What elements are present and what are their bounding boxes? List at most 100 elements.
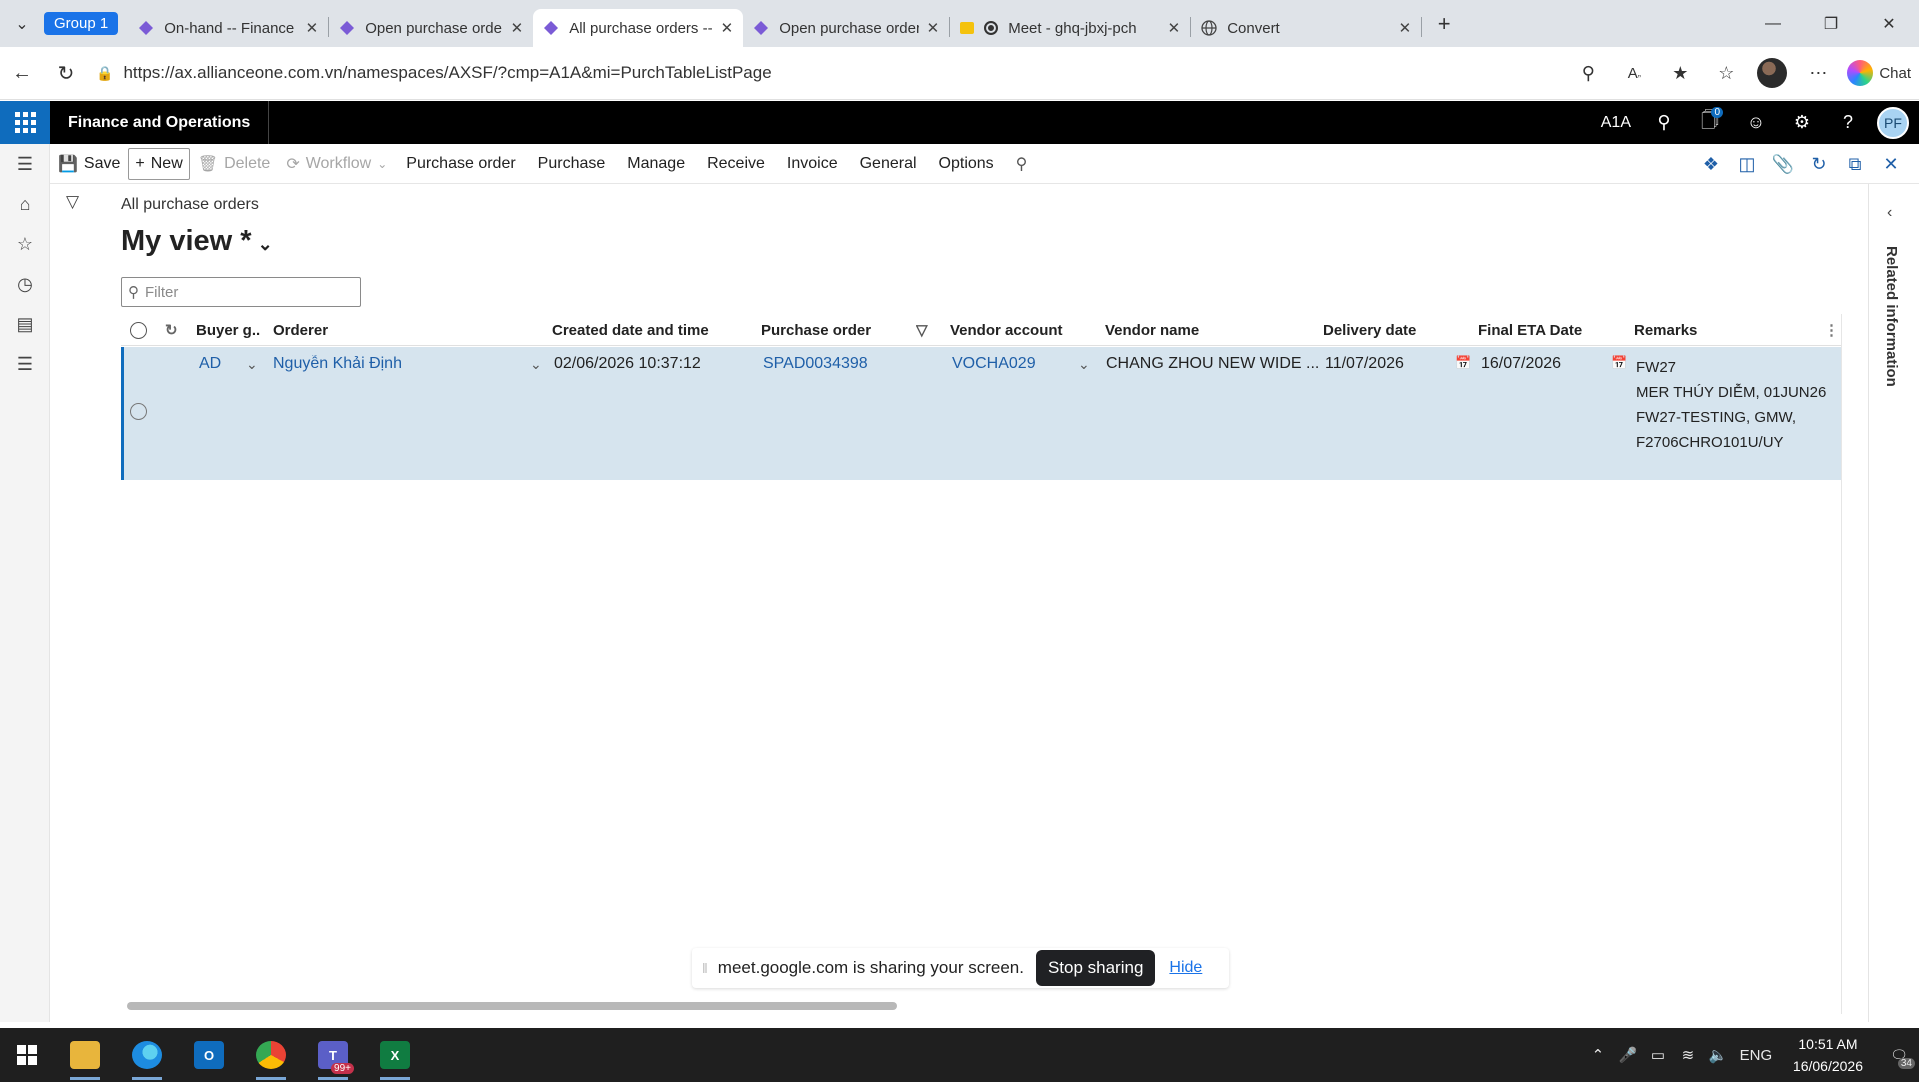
row-select-radio[interactable] — [130, 403, 147, 420]
drag-handle-icon[interactable]: ‖ — [702, 960, 708, 976]
restore-icon[interactable]: ❐ — [1803, 0, 1859, 47]
cell-purchase-order-link[interactable]: SPAD0034398 — [763, 355, 868, 373]
column-header-vendor-name[interactable]: Vendor name — [1105, 314, 1265, 346]
workflow-button[interactable]: ⟳ Workflow ⌄ — [278, 148, 395, 180]
hamburger-menu-icon[interactable]: ☰ — [0, 144, 50, 184]
filter-input[interactable]: ⚲ Filter — [121, 277, 361, 307]
refresh-icon[interactable]: ↻ — [44, 53, 88, 93]
show-hidden-icons-chevron-icon[interactable]: ⌃ — [1583, 1046, 1613, 1064]
feedback-smiley-icon[interactable]: ☺ — [1733, 101, 1779, 144]
notifications-icon[interactable]: 🗍 0 — [1687, 101, 1733, 144]
delete-button[interactable]: 🗑 Delete — [190, 148, 279, 180]
company-picker[interactable]: A1A — [1591, 114, 1641, 132]
notification-center-icon[interactable]: 🗨 34 — [1879, 1035, 1919, 1075]
tab-manage[interactable]: Manage — [616, 148, 696, 180]
column-header-created[interactable]: Created date and time — [552, 314, 732, 346]
tab-group-chip[interactable]: Group 1 — [44, 12, 119, 35]
filter-funnel-icon[interactable]: ▽ — [66, 192, 79, 212]
cell-buyer-group[interactable]: AD — [199, 355, 221, 373]
tab-general[interactable]: General — [849, 148, 928, 180]
input-language[interactable]: ENG — [1733, 1047, 1779, 1064]
window-close-icon[interactable]: ✕ — [1861, 0, 1917, 47]
browser-tab[interactable]: On-hand -- Finance and Op ✕ — [128, 9, 328, 47]
tab-purchase-order[interactable]: Purchase order — [395, 148, 526, 180]
user-avatar[interactable]: PF — [1877, 106, 1909, 139]
close-page-icon[interactable]: ✕ — [1873, 144, 1909, 184]
site-info-icon[interactable]: 🔒 — [96, 65, 113, 82]
taskbar-clock[interactable]: 10:51 AM 16/06/2026 — [1793, 1033, 1863, 1077]
calendar-icon[interactable]: 📅 — [1611, 355, 1627, 371]
windows-start-icon[interactable] — [0, 1028, 54, 1082]
power-apps-icon[interactable]: ❖ — [1693, 144, 1729, 184]
volume-icon[interactable]: 🔈 — [1703, 1046, 1733, 1064]
url-field[interactable]: 🔒 https://ax.allianceone.com.vn/namespac… — [88, 54, 1565, 92]
action-search-icon[interactable]: ⚲ — [1005, 148, 1039, 180]
cell-orderer[interactable]: Nguyễn Khải Định — [273, 355, 473, 373]
stop-sharing-button[interactable]: Stop sharing — [1035, 950, 1156, 986]
minimize-icon[interactable]: — — [1745, 0, 1801, 47]
settings-gear-icon[interactable]: ⚙ — [1779, 101, 1825, 144]
battery-icon[interactable]: ▭ — [1643, 1046, 1673, 1064]
column-options-icon[interactable]: ⋮ — [1824, 314, 1839, 346]
calendar-icon[interactable]: 📅 — [1455, 355, 1471, 371]
read-aloud-icon[interactable]: A „ — [1611, 53, 1657, 93]
attachments-icon[interactable]: 📎 — [1765, 144, 1801, 184]
cell-vendor-account-link[interactable]: VOCHA029 — [952, 355, 1036, 373]
browser-tab[interactable]: Convert ✕ — [1191, 9, 1421, 47]
select-all-checkbox[interactable] — [130, 314, 147, 346]
wifi-icon[interactable]: ≋ — [1673, 1046, 1703, 1064]
app-launcher-icon[interactable] — [0, 101, 50, 144]
modules-list-icon[interactable]: ☰ — [0, 344, 50, 384]
workspaces-icon[interactable]: ▤ — [0, 304, 50, 344]
chevron-down-icon[interactable]: ⌄ — [530, 356, 542, 373]
horizontal-scrollbar[interactable] — [127, 1002, 897, 1010]
recent-clock-icon[interactable]: ◷ — [0, 264, 50, 304]
column-header-remarks[interactable]: Remarks — [1634, 314, 1754, 346]
favorites-star-icon[interactable]: ☆ — [0, 224, 50, 264]
tab-options[interactable]: Options — [928, 148, 1005, 180]
profile-avatar[interactable] — [1749, 53, 1795, 93]
help-icon[interactable]: ? — [1825, 101, 1871, 144]
browser-tab[interactable]: Meet - ghq-jbxj-pch ✕ — [950, 9, 1190, 47]
favorites-icon[interactable]: ☆ — [1703, 53, 1749, 93]
microphone-icon[interactable]: 🎤 — [1613, 1046, 1643, 1064]
refresh-grid-icon[interactable]: ↻ — [165, 314, 178, 346]
column-header-final-eta[interactable]: Final ETA Date — [1478, 314, 1598, 346]
tab-purchase[interactable]: Purchase — [527, 148, 617, 180]
office-icon[interactable]: ◫ — [1729, 144, 1765, 184]
column-header-vendor-account[interactable]: Vendor account — [950, 314, 1080, 346]
browser-tab[interactable]: Open purchase order lines ✕ — [743, 9, 949, 47]
column-filter-icon[interactable]: ▽ — [916, 314, 928, 346]
search-icon[interactable]: ⚲ — [1641, 101, 1687, 144]
cell-remarks[interactable]: FW27 MER THÚY DIỄM, 01JUN26 FW27-TESTING… — [1636, 355, 1836, 455]
view-selector[interactable]: My view * ⌄ — [121, 225, 273, 258]
save-button[interactable]: 💾 Save — [50, 148, 128, 180]
table-row[interactable]: AD ⌄ Nguyễn Khải Định ⌄ 02/06/2026 10:37… — [121, 347, 1841, 480]
tab-actions-menu-icon[interactable]: ⌄ — [0, 0, 44, 47]
column-header-purchase-order[interactable]: Purchase order — [761, 314, 881, 346]
cell-delivery-date[interactable]: 11/07/2026 — [1325, 355, 1404, 373]
browser-tab-active[interactable]: All purchase orders -- Fina ✕ — [533, 9, 744, 47]
related-information-pane[interactable]: ‹ Related information — [1868, 184, 1919, 1022]
chevron-down-icon[interactable]: ⌄ — [246, 356, 258, 373]
app-name[interactable]: Finance and Operations — [50, 101, 270, 144]
outlook-icon[interactable]: O — [178, 1028, 240, 1082]
file-explorer-icon[interactable] — [54, 1028, 116, 1082]
chevron-left-icon[interactable]: ‹ — [1887, 204, 1892, 222]
column-header-orderer[interactable]: Orderer — [273, 314, 473, 346]
excel-icon[interactable]: X — [364, 1028, 426, 1082]
home-icon[interactable]: ⌂ — [0, 184, 50, 224]
close-icon[interactable]: ✕ — [1168, 19, 1181, 37]
more-icon[interactable]: ⋯ — [1795, 53, 1841, 93]
open-new-window-icon[interactable]: ⧉ — [1837, 144, 1873, 184]
back-icon[interactable]: ← — [0, 53, 44, 93]
favorite-star-icon[interactable]: ★ — [1657, 53, 1703, 93]
chrome-icon[interactable] — [240, 1028, 302, 1082]
tab-invoice[interactable]: Invoice — [776, 148, 849, 180]
chevron-down-icon[interactable]: ⌄ — [1078, 356, 1090, 373]
close-icon[interactable]: ✕ — [721, 19, 734, 37]
close-icon[interactable]: ✕ — [927, 19, 940, 37]
close-icon[interactable]: ✕ — [306, 19, 319, 37]
column-header-buyer-group[interactable]: Buyer g... — [196, 314, 261, 346]
hide-link[interactable]: Hide — [1169, 959, 1202, 977]
